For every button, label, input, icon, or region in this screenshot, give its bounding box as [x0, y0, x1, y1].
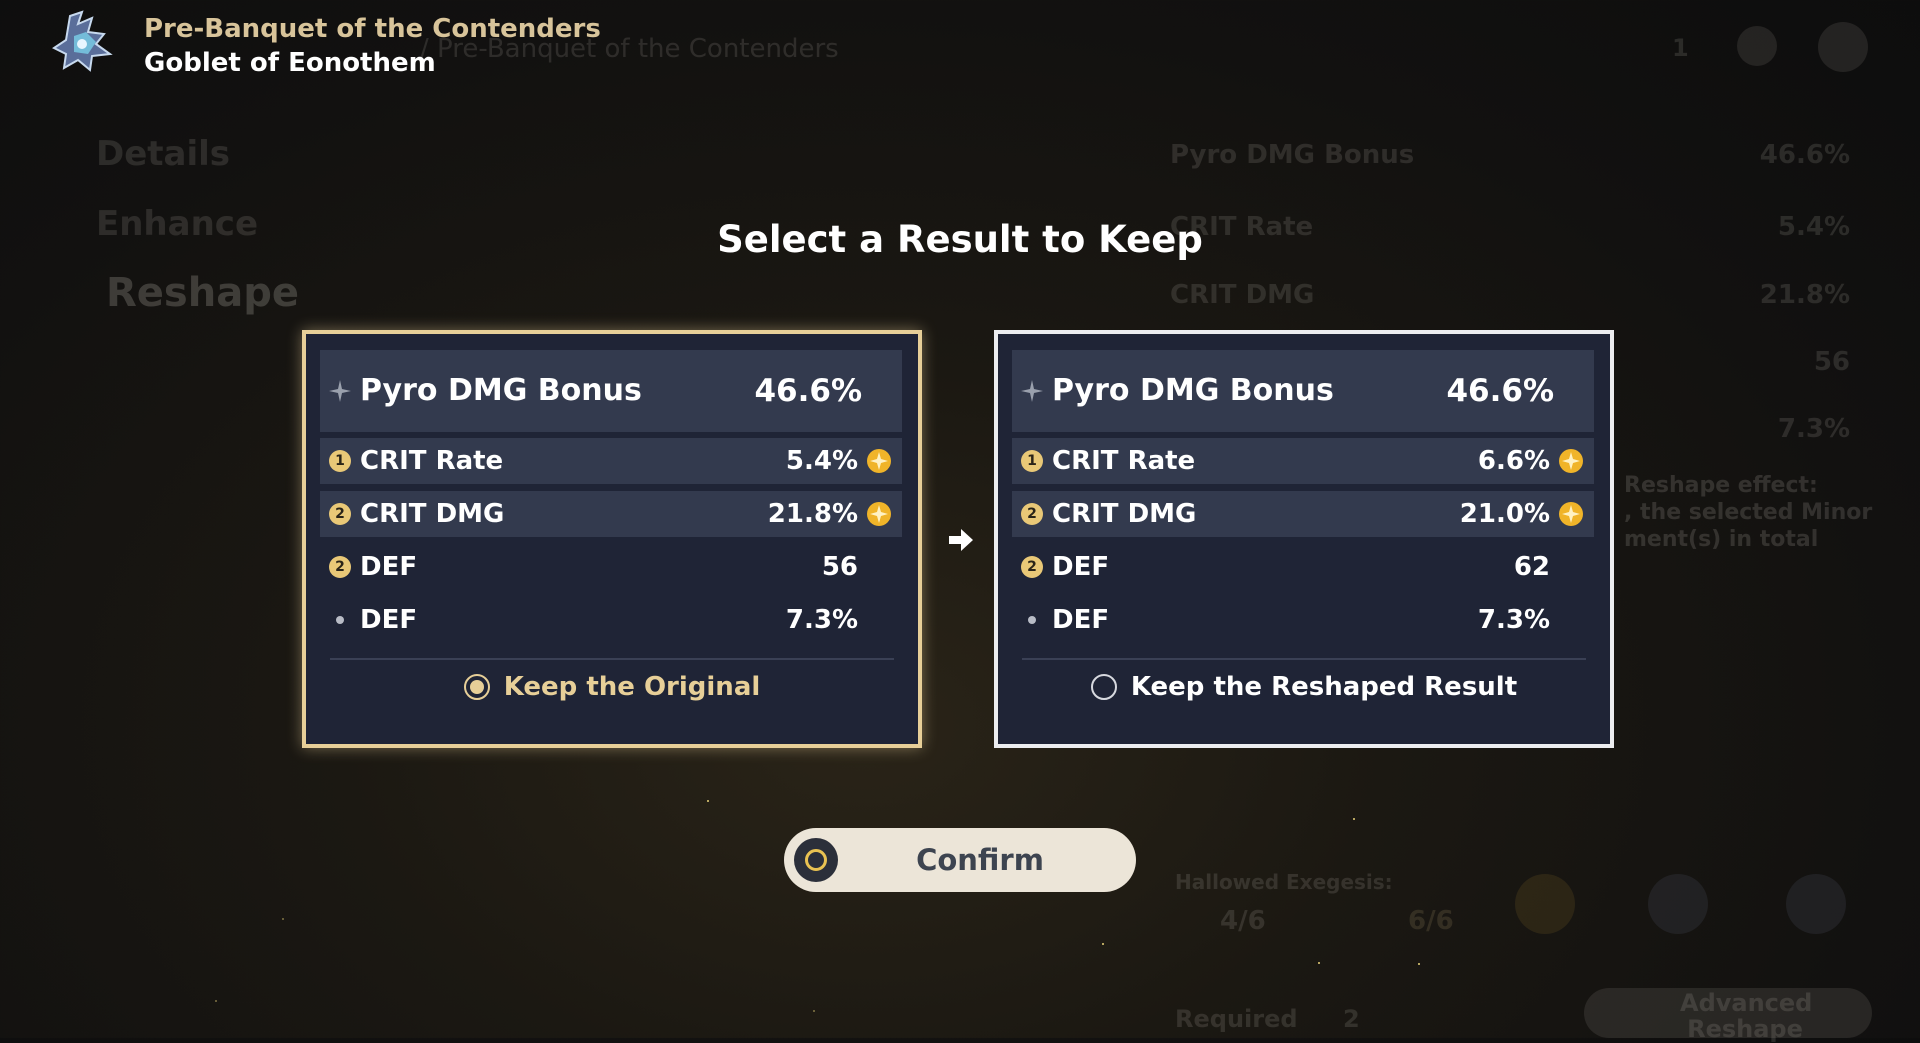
star-particle [1418, 963, 1420, 965]
radio-selected-icon[interactable] [463, 674, 490, 700]
background-material-count: 1 [1672, 34, 1689, 62]
artifact-set-name: Pre-Banquet of the Contenders [144, 14, 601, 44]
background-effect-line: Reshape effect: [1624, 473, 1818, 498]
upgrade-count-badge: 1 [1021, 450, 1043, 472]
substat-row: DEF 7.3% [1012, 597, 1594, 643]
substat-name: DEF [1052, 605, 1110, 635]
main-stat-name: Pyro DMG Bonus [360, 373, 642, 408]
background-required-value: 2 [1343, 1005, 1360, 1033]
background-stat-name: Pyro DMG Bonus [1170, 140, 1415, 170]
background-stat-name: CRIT DMG [1170, 280, 1315, 310]
substat-value: 5.4% [785, 446, 858, 476]
keep-reshaped-label[interactable]: Keep the Reshaped Result [1131, 672, 1517, 702]
background-required-label: Required [1175, 1005, 1298, 1033]
main-stat-value: 46.6% [754, 373, 862, 409]
artifact-slot-name: Goblet of Eonothem [144, 48, 436, 78]
background-reshape-option[interactable] [1648, 874, 1708, 934]
arrow-right-icon [949, 529, 973, 551]
boost-icon [1559, 502, 1583, 526]
keep-original-label[interactable]: Keep the Original [504, 672, 761, 702]
bullet-dot-icon [1028, 616, 1036, 624]
substat-value: 56 [821, 552, 858, 582]
nav-reshape[interactable]: Reshape [106, 270, 299, 316]
upgrade-count-badge: 2 [329, 556, 351, 578]
advanced-reshape-label: Advanced Reshape [1680, 989, 1813, 1043]
substat-value: 62 [1513, 552, 1550, 582]
substat-name: DEF [360, 552, 418, 582]
reshaped-result-card[interactable]: Pyro DMG Bonus 46.6% 1 CRIT Rate 6.6% 2 … [994, 330, 1614, 748]
upgrade-count-badge: 2 [1021, 503, 1043, 525]
background-reshape-option[interactable] [1786, 874, 1846, 934]
main-stat-row: Pyro DMG Bonus 46.6% [320, 350, 902, 432]
substat-value: 6.6% [1477, 446, 1550, 476]
substat-row: 2 CRIT DMG 21.8% [320, 491, 902, 537]
substat-name: CRIT DMG [1052, 499, 1197, 529]
background-stat-row: CRIT DMG 21.8% [1158, 264, 1880, 326]
original-result-card[interactable]: Pyro DMG Bonus 46.6% 1 CRIT Rate 5.4% 2 … [302, 330, 922, 748]
keep-reshaped-option[interactable]: Keep the Reshaped Result [998, 672, 1610, 702]
background-stat-value: 46.6% [1759, 140, 1850, 170]
background-effect-line: , the selected Minor [1624, 500, 1873, 525]
substat-name: CRIT Rate [1052, 446, 1196, 476]
substat-row: 2 CRIT DMG 21.0% [1012, 491, 1594, 537]
boost-icon [867, 449, 891, 473]
background-hallowed-label: Hallowed Exegesis: [1175, 870, 1393, 894]
radio-unselected-icon[interactable] [1090, 674, 1117, 700]
substat-name: DEF [1052, 552, 1110, 582]
main-stat-row: Pyro DMG Bonus 46.6% [1012, 350, 1594, 432]
confirm-button[interactable]: Confirm [784, 828, 1136, 892]
upgrade-count-badge: 2 [329, 503, 351, 525]
star-particle [813, 1010, 815, 1012]
substat-name: DEF [360, 605, 418, 635]
divider [330, 658, 894, 660]
keep-original-option[interactable]: Keep the Original [306, 672, 918, 702]
sparkle-icon [1012, 380, 1052, 402]
substat-name: CRIT Rate [360, 446, 504, 476]
background-stat-value: 7.3% [1777, 414, 1850, 444]
star-particle [1318, 962, 1320, 964]
background-effect-line: ment(s) in total [1624, 527, 1819, 552]
boost-icon [1559, 449, 1583, 473]
substat-row: 2 DEF 56 [320, 544, 902, 590]
background-stat-row: Pyro DMG Bonus 46.6% [1158, 124, 1880, 186]
main-stat-name: Pyro DMG Bonus [1052, 373, 1334, 408]
substat-value: 7.3% [1477, 605, 1550, 635]
substat-value: 21.0% [1459, 499, 1550, 529]
background-stat-value: 56 [1813, 347, 1850, 377]
star-particle [1102, 943, 1104, 945]
star-particle [282, 918, 284, 920]
upgrade-count-badge: 1 [329, 450, 351, 472]
background-hallowed-a: 4/6 [1220, 906, 1266, 936]
divider [1022, 658, 1586, 660]
main-stat-value: 46.6% [1446, 373, 1554, 409]
background-stat-value: 21.8% [1759, 280, 1850, 310]
background-hallowed-b: 6/6 [1408, 906, 1454, 936]
sparkle-icon [320, 380, 360, 402]
substat-row: 1 CRIT Rate 5.4% [320, 438, 902, 484]
star-particle [215, 1000, 217, 1002]
background-reshape-option[interactable] [1515, 874, 1575, 934]
star-particle [707, 800, 709, 802]
substat-name: CRIT DMG [360, 499, 505, 529]
boost-icon [867, 502, 891, 526]
confirm-circle-icon [794, 838, 838, 882]
star-particle [1353, 818, 1355, 820]
substat-row: 1 CRIT Rate 6.6% [1012, 438, 1594, 484]
goblet-icon [52, 10, 113, 72]
dialog-title: Select a Result to Keep [717, 218, 1203, 261]
upgrade-count-badge: 2 [1021, 556, 1043, 578]
help-icon[interactable] [1737, 26, 1777, 66]
background-effect-text: Reshape effect: , the selected Minor men… [1624, 472, 1872, 553]
substat-value: 21.8% [767, 499, 858, 529]
nav-details[interactable]: Details [96, 134, 230, 174]
back-icon[interactable] [1818, 22, 1868, 72]
substat-value: 7.3% [785, 605, 858, 635]
substat-row: 2 DEF 62 [1012, 544, 1594, 590]
substat-row: DEF 7.3% [320, 597, 902, 643]
bullet-dot-icon [336, 616, 344, 624]
